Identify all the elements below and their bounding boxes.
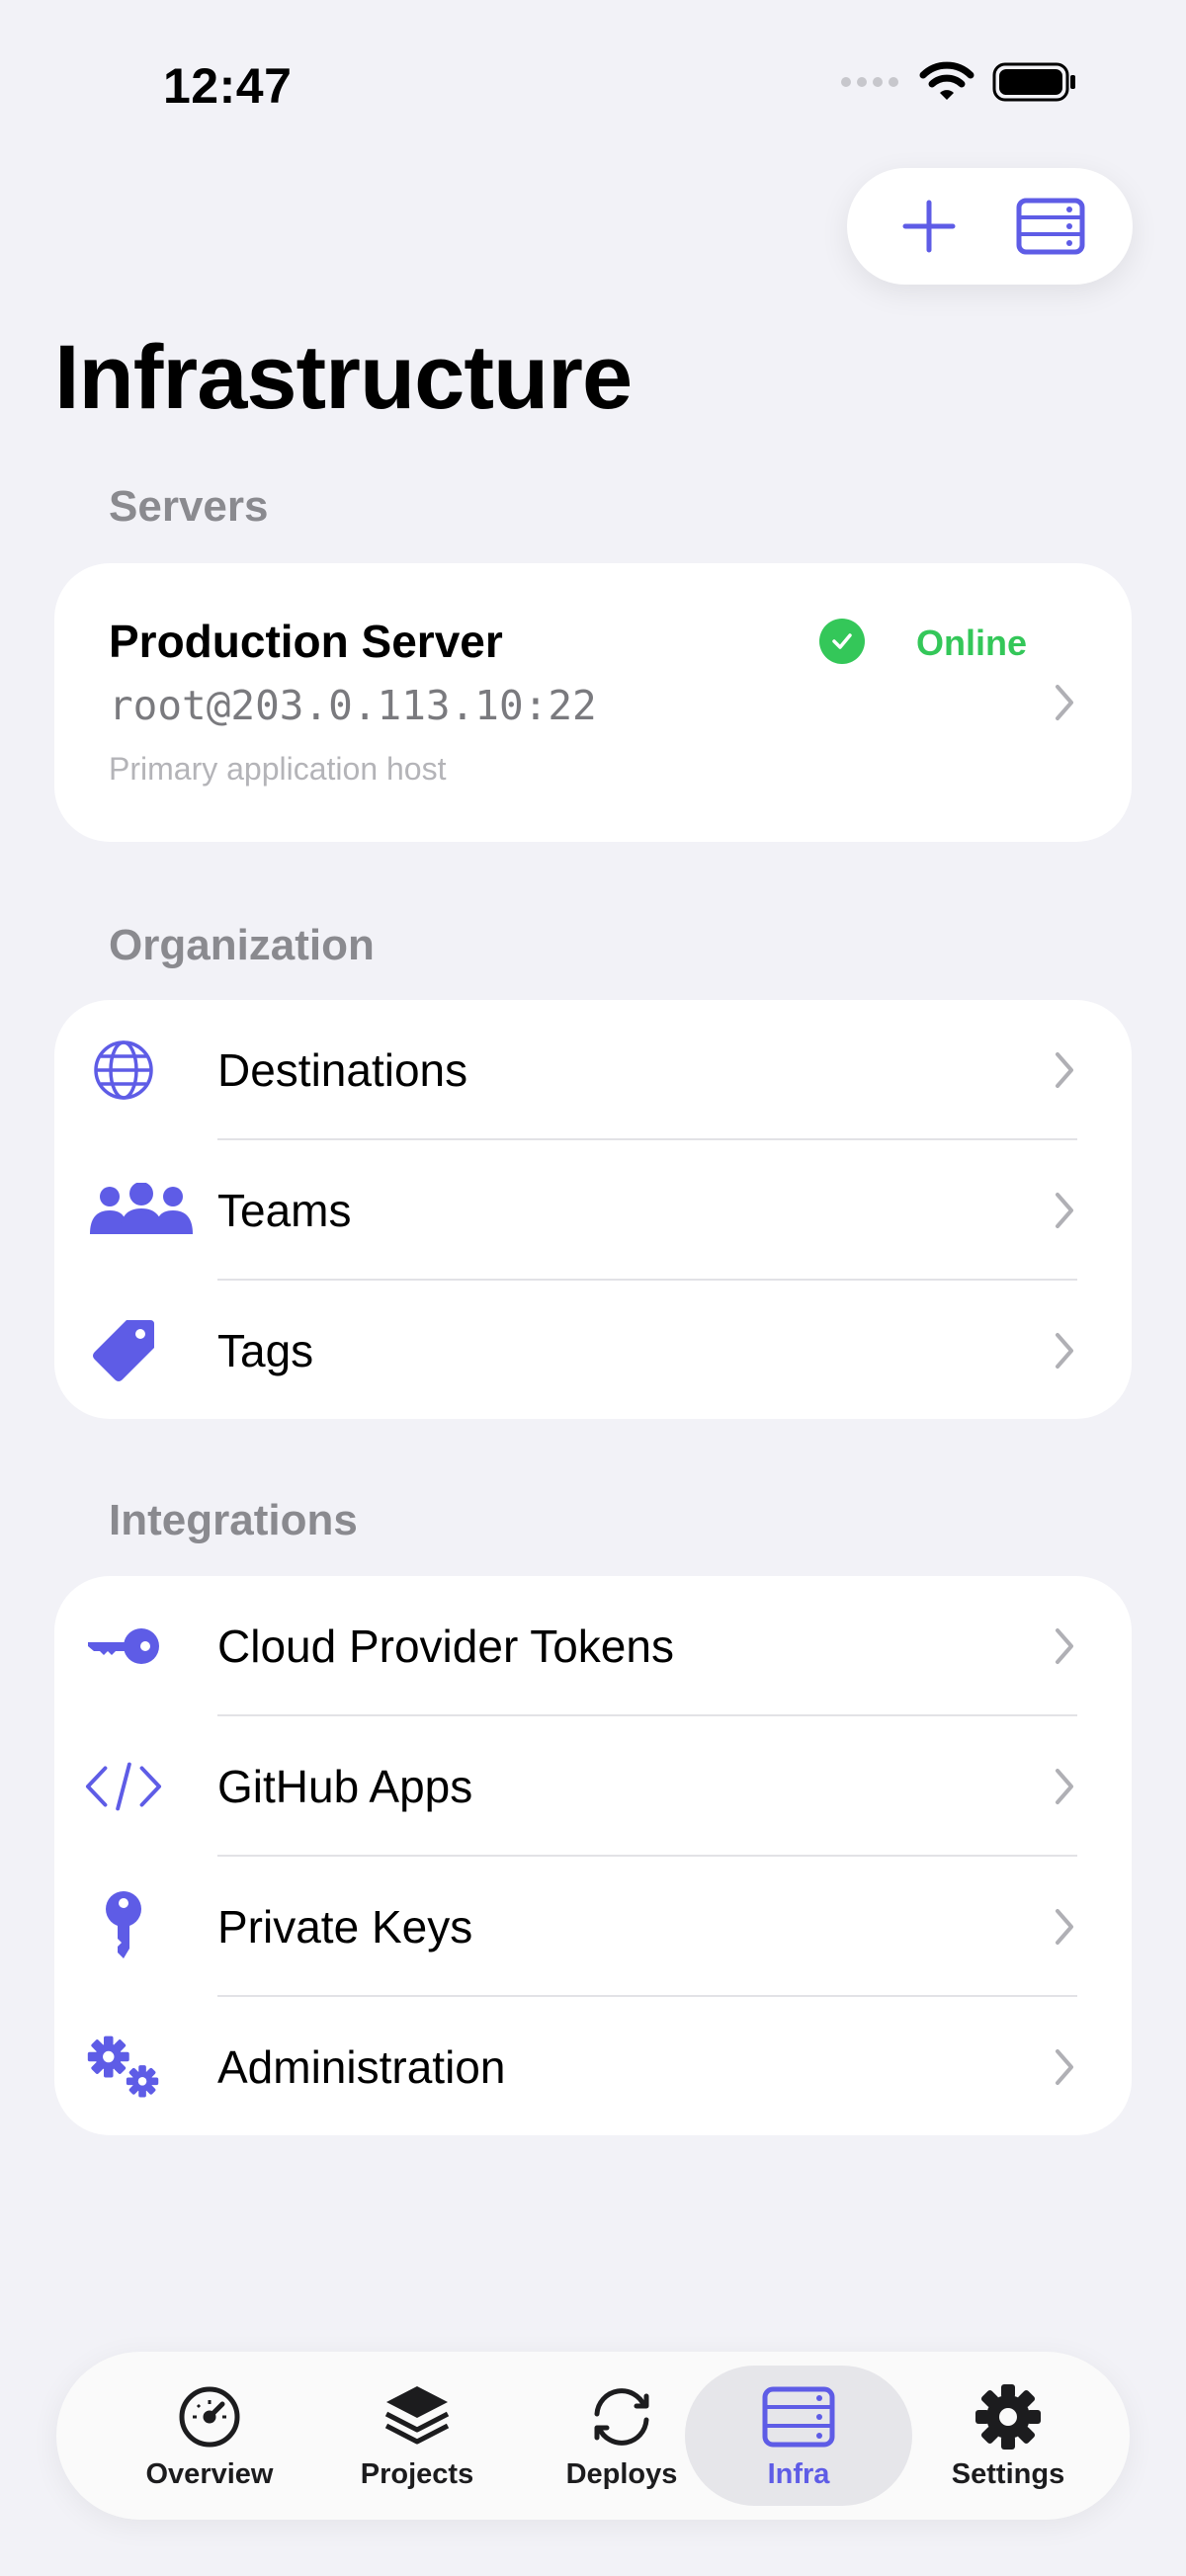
chevron-right-icon [1056,685,1073,720]
row-label: Teams [217,1185,352,1236]
globe-icon [84,1031,163,1110]
stack-icon [378,2377,457,2456]
wifi-icon [919,61,974,100]
battery-icon [992,62,1075,102]
gear-icon [969,2377,1048,2456]
row-label: Destinations [217,1044,468,1096]
server-card[interactable]: Production Server root@203.0.113.10:22 P… [54,563,1132,842]
chevron-right-icon [1056,2049,1073,2085]
server-stack-icon [1016,198,1085,255]
status-bar: 12:47 [0,0,1186,168]
row-private-keys[interactable]: Private Keys [54,1857,1132,1997]
server-name: Production Server [109,616,503,667]
row-label: GitHub Apps [217,1761,473,1812]
page-title: Infrastructure [54,327,633,428]
chevron-right-icon [1056,1333,1073,1369]
server-description: Primary application host [109,751,447,787]
row-label: Private Keys [217,1901,473,1953]
key-horizontal-icon [84,1607,163,1686]
key-vertical-icon [84,1887,163,1966]
servers-button[interactable] [1011,187,1090,266]
add-button[interactable] [890,187,969,266]
row-label: Tags [217,1325,314,1376]
chevron-right-icon [1056,1052,1073,1088]
row-github-apps[interactable]: GitHub Apps [54,1716,1132,1857]
status-time: 12:47 [163,58,293,114]
server-address: root@203.0.113.10:22 [109,682,597,729]
tab-settings[interactable]: Settings [894,2366,1122,2506]
gears-icon [84,2028,163,2107]
tab-bar: Overview Projects Deploys Infra Settings [56,2352,1130,2520]
tab-label: Overview [145,2458,274,2490]
row-cloud-provider-tokens[interactable]: Cloud Provider Tokens [54,1576,1132,1716]
tab-infra[interactable]: Infra [685,2366,912,2506]
tab-label: Infra [767,2458,830,2490]
chevron-right-icon [1056,1909,1073,1945]
row-teams[interactable]: Teams [54,1140,1132,1281]
code-brackets-icon [84,1747,163,1826]
cellular-signal-icon [841,77,898,87]
chevron-right-icon [1056,1628,1073,1664]
online-check-icon [819,619,865,664]
tab-projects[interactable]: Projects [303,2366,531,2506]
top-actions [847,168,1133,285]
section-header-integrations: Integrations [109,1496,358,1544]
plus-icon [902,200,956,253]
row-administration[interactable]: Administration [54,1997,1132,2135]
server-stack-icon [759,2377,838,2456]
row-label: Administration [217,2041,506,2093]
chevron-right-icon [1056,1193,1073,1228]
people-icon [84,1171,198,1250]
speedometer-icon [170,2377,249,2456]
organization-card: Destinations Teams Tags [54,1000,1132,1419]
row-tags[interactable]: Tags [54,1281,1132,1419]
row-destinations[interactable]: Destinations [54,1000,1132,1140]
refresh-icon [582,2377,661,2456]
integrations-card: Cloud Provider Tokens GitHub Apps Privat… [54,1576,1132,2135]
tab-overview[interactable]: Overview [96,2366,323,2506]
tag-icon [84,1311,163,1390]
row-label: Cloud Provider Tokens [217,1620,674,1672]
tab-label: Projects [360,2458,474,2490]
server-status: Online [916,623,1028,663]
chevron-right-icon [1056,1769,1073,1804]
section-header-servers: Servers [109,482,269,531]
status-icons [840,61,1077,103]
section-header-organization: Organization [109,921,375,969]
tab-label: Settings [951,2458,1065,2490]
tab-label: Deploys [565,2458,678,2490]
